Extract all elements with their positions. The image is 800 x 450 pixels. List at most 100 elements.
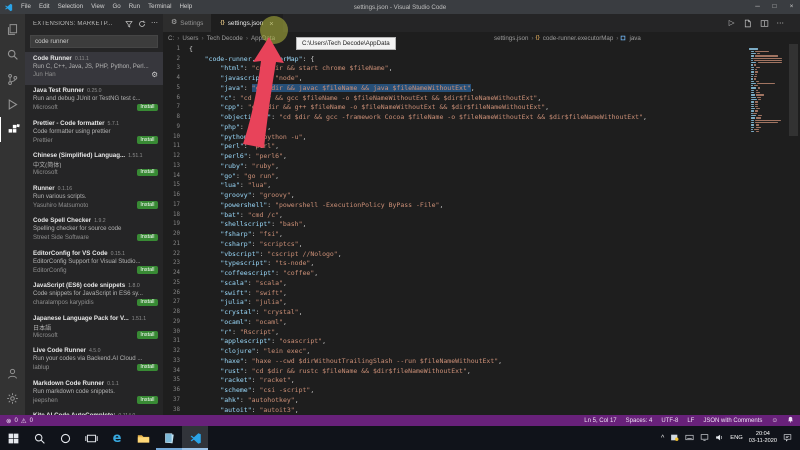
breadcrumb-item[interactable]: settings.json	[493, 35, 529, 42]
code-line[interactable]: 14 "go": "go run",	[163, 171, 800, 181]
more-editor-actions-icon[interactable]: ⋯	[777, 18, 785, 28]
code-line[interactable]: 35 "racket": "racket",	[163, 376, 800, 386]
code-line[interactable]: 4 "javascript": "node",	[163, 73, 800, 83]
code-line[interactable]: 17 "powershell": "powershell -ExecutionP…	[163, 200, 800, 210]
install-button[interactable]: Install	[137, 396, 158, 404]
code-line[interactable]: 20 "fsharp": "fsi",	[163, 229, 800, 239]
pages-app-icon[interactable]	[156, 426, 182, 450]
install-button[interactable]: Install	[137, 266, 158, 274]
eol-status[interactable]: LF	[687, 418, 694, 424]
indentation-status[interactable]: Spaces: 4	[626, 418, 653, 424]
code-line[interactable]: 29 "ocaml": "ocaml",	[163, 317, 800, 327]
code-line[interactable]: 22 "vbscript": "cscript //Nologo",	[163, 249, 800, 259]
code-line[interactable]: 18 "bat": "cmd /c",	[163, 210, 800, 220]
extension-item[interactable]: Java Test Runner0.25.0Run and debug JUni…	[25, 85, 163, 118]
language-mode-status[interactable]: JSON with Comments	[703, 418, 762, 424]
extensions-search-input[interactable]	[30, 35, 158, 48]
code-line[interactable]: 1{	[163, 44, 800, 54]
install-button[interactable]: Install	[137, 299, 158, 307]
minimize-button[interactable]: ─	[749, 0, 766, 14]
code-line[interactable]: 3 "html": "cd $dir && start chrome $file…	[163, 64, 800, 74]
code-line[interactable]: 25 "scala": "scala",	[163, 278, 800, 288]
code-line[interactable]: 28 "crystal": "crystal",	[163, 307, 800, 317]
display-icon[interactable]	[700, 429, 709, 447]
encoding-status[interactable]: UTF-8	[661, 418, 678, 424]
code-line[interactable]: 26 "swift": "swift",	[163, 288, 800, 298]
code-line[interactable]: 36 "scheme": "csi -script",	[163, 385, 800, 395]
code-line[interactable]: 21 "csharp": "scriptcs",	[163, 239, 800, 249]
code-line[interactable]: 31 "applescript": "osascript",	[163, 337, 800, 347]
task-view-icon[interactable]	[78, 426, 104, 450]
language-indicator[interactable]: ENG	[730, 435, 743, 441]
tab-close-icon[interactable]: ×	[269, 19, 273, 28]
action-center-icon[interactable]	[783, 429, 792, 447]
menu-terminal[interactable]: Terminal	[144, 0, 175, 14]
menu-help[interactable]: Help	[175, 0, 196, 14]
extension-item[interactable]: Runner0.1.16Run various scripts.Yasuhiro…	[25, 182, 163, 215]
extension-item[interactable]: JavaScript (ES6) code snippets1.8.0Code …	[25, 280, 163, 313]
activity-settings-gear-icon[interactable]	[0, 386, 25, 411]
menu-file[interactable]: File	[17, 0, 35, 14]
menu-selection[interactable]: Selection	[54, 0, 87, 14]
activity-run-debug-icon[interactable]	[0, 92, 25, 117]
feedback-icon[interactable]: ☺	[771, 417, 778, 424]
cursor-position[interactable]: Ln 5, Col 17	[584, 418, 616, 424]
extension-item[interactable]: Prettier - Code formatter5.7.1Code forma…	[25, 117, 163, 150]
vscode-taskbar-icon[interactable]	[182, 426, 208, 450]
code-line[interactable]: 30 "r": "Rscript",	[163, 327, 800, 337]
split-editor-icon[interactable]	[760, 19, 769, 28]
tray-app-icon[interactable]	[670, 429, 679, 447]
taskbar-search-icon[interactable]	[26, 426, 52, 450]
editor-scrollbar[interactable]	[787, 44, 800, 415]
code-line[interactable]: 12 "perl6": "perl6",	[163, 151, 800, 161]
edge-icon[interactable]: e	[104, 426, 130, 450]
extension-item[interactable]: EditorConfig for VS Code0.15.1EditorConf…	[25, 247, 163, 280]
code-line[interactable]: 27 "julia": "julia",	[163, 298, 800, 308]
code-line[interactable]: 34 "rust": "cd $dir && rustc $fileName &…	[163, 366, 800, 376]
code-line[interactable]: 5 "java": "cd $dir && javac $fileName &&…	[163, 83, 800, 93]
breadcrumb-item[interactable]: code-runner.executorMap	[542, 35, 615, 42]
install-button[interactable]: Install	[137, 104, 158, 112]
notifications-bell-icon[interactable]	[787, 416, 794, 425]
extension-item[interactable]: Live Code Runner4.5.0Run your codes via …	[25, 345, 163, 378]
breadcrumb-item[interactable]: Users	[181, 35, 199, 42]
extension-item[interactable]: Chinese (Simplified) Languag...1.51.1中文(…	[25, 150, 163, 183]
code-line[interactable]: 8 "objective-c": "cd $dir && gcc -framew…	[163, 112, 800, 122]
code-line[interactable]: 7 "cpp": "cd $dir && g++ $fileName -o $f…	[163, 103, 800, 113]
code-line[interactable]: 33 "haxe": "haxe --cwd $dirWithoutTraili…	[163, 356, 800, 366]
run-code-icon[interactable]: ▷	[729, 18, 735, 28]
extension-item[interactable]: Code Spell Checker1.9.2Spelling checker …	[25, 215, 163, 248]
activity-search-icon[interactable]	[0, 42, 25, 67]
activity-source-control-icon[interactable]	[0, 67, 25, 92]
install-button[interactable]: Install	[137, 201, 158, 209]
scrollbar-thumb[interactable]	[789, 44, 798, 136]
install-button[interactable]: Install	[137, 234, 158, 242]
breadcrumb-item[interactable]: Tech Decode	[206, 35, 244, 42]
breadcrumb-item[interactable]: AppData	[250, 35, 276, 42]
menu-edit[interactable]: Edit	[35, 0, 54, 14]
minimap[interactable]	[747, 46, 785, 134]
more-actions-icon[interactable]: ⋯	[151, 20, 158, 28]
code-line[interactable]: 19 "shellscript": "bash",	[163, 220, 800, 230]
tab-settings-json[interactable]: {}settings.json×	[212, 14, 282, 32]
activity-accounts-icon[interactable]	[0, 361, 25, 386]
extension-item[interactable]: Japanese Language Pack for V...1.51.1日本語…	[25, 312, 163, 345]
tab-settings[interactable]: ⚙Settings	[163, 14, 212, 32]
code-line[interactable]: 23 "typescript": "ts-node",	[163, 259, 800, 269]
open-changes-icon[interactable]	[743, 19, 752, 28]
code-line[interactable]: 24 "coffeescript": "coffee",	[163, 268, 800, 278]
volume-icon[interactable]	[715, 429, 724, 447]
file-explorer-icon[interactable]	[130, 426, 156, 450]
code-line[interactable]: 2 "code-runner.executorMap": {	[163, 54, 800, 64]
menu-go[interactable]: Go	[108, 0, 124, 14]
code-line[interactable]: 10 "python": "python -u",	[163, 132, 800, 142]
code-line[interactable]: 32 "clojure": "lein exec",	[163, 346, 800, 356]
install-button[interactable]: Install	[137, 169, 158, 177]
keyboard-icon[interactable]	[685, 429, 694, 447]
code-line[interactable]: 6 "c": "cd $dir && gcc $fileName -o $fil…	[163, 93, 800, 103]
install-button[interactable]: Install	[137, 136, 158, 144]
tray-expand-icon[interactable]: ^	[661, 435, 664, 442]
taskbar-clock[interactable]: 20:04 03-11-2020	[749, 431, 777, 444]
refresh-icon[interactable]	[138, 15, 146, 33]
code-line[interactable]: 38 "autoit": "autoit3",	[163, 405, 800, 415]
